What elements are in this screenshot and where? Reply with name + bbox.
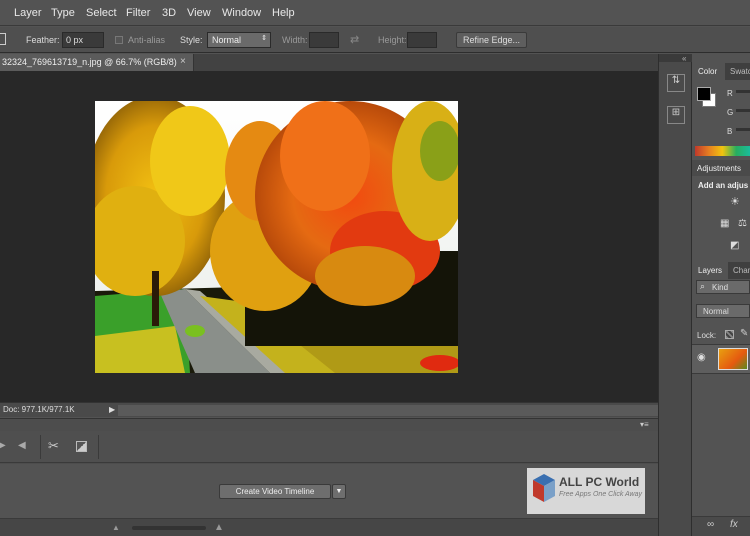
blend-mode-select[interactable]: Normal xyxy=(696,304,750,318)
slider-b[interactable] xyxy=(736,128,750,131)
search-icon: ⌕ xyxy=(700,281,706,291)
properties-icon[interactable]: ⊞ xyxy=(667,106,685,124)
hue-saturation-icon[interactable]: ⚖ xyxy=(738,218,747,229)
menu-view[interactable]: View xyxy=(187,7,211,19)
status-menu-arrow-icon[interactable]: ▶ xyxy=(109,405,115,414)
brightness-icon[interactable]: ☀ xyxy=(730,195,740,208)
toolbar-divider xyxy=(40,435,41,459)
swap-arrows-icon[interactable]: ⇄ xyxy=(350,33,359,46)
menu-help[interactable]: Help xyxy=(272,7,295,19)
slider-r[interactable] xyxy=(736,90,750,93)
feather-label: Feather: xyxy=(26,35,60,45)
layer-filter-select[interactable]: ⌕ Kind xyxy=(696,280,750,294)
dock-header[interactable] xyxy=(659,54,693,62)
menu-3d[interactable]: 3D xyxy=(162,7,176,19)
status-bar: Doc: 977.1K/977.1K ▶ xyxy=(0,402,658,417)
height-input[interactable] xyxy=(407,32,437,48)
lock-transparency-icon[interactable] xyxy=(725,330,734,339)
create-video-timeline-button[interactable]: Create Video Timeline xyxy=(219,484,331,499)
zoom-slider[interactable] xyxy=(132,526,206,530)
width-label: Width: xyxy=(282,35,308,45)
layer-style-fx-icon[interactable]: fx xyxy=(730,519,738,530)
zoom-in-mountain-icon[interactable]: ▲ xyxy=(214,522,224,533)
menu-layer[interactable]: Layer xyxy=(14,7,42,19)
panel-menu-icon[interactable]: ▾≡ xyxy=(640,420,649,429)
document-tab-title: 32324_769613719_n.jpg @ 66.7% (RGB/8) xyxy=(2,57,177,67)
antialias-label: Anti-alias xyxy=(128,35,166,45)
menu-type[interactable]: Type xyxy=(51,7,75,19)
feather-input[interactable]: 0 px xyxy=(62,32,104,48)
play-icon[interactable]: ▶ xyxy=(0,440,6,451)
layers-panel-tabs: Layers Chan xyxy=(692,262,750,279)
doc-size-status[interactable]: Doc: 977.1K/977.1K xyxy=(3,405,75,414)
cube-logo-icon xyxy=(533,474,555,502)
foreground-color-swatch[interactable] xyxy=(697,87,711,101)
watermark-title: ALL PC World xyxy=(559,475,640,489)
collapsed-panel-dock: ⇅ ⊞ xyxy=(658,54,693,536)
options-bar: Feather: 0 px Anti-alias Style: Normal ⇕… xyxy=(0,27,750,53)
watermark-subtitle: Free Apps One Click Away xyxy=(559,491,642,498)
adjustments-title: Adjustments xyxy=(697,164,742,173)
layer-filter-kind: Kind xyxy=(712,283,729,292)
menu-select[interactable]: Select xyxy=(86,7,117,19)
collapse-arrows-icon[interactable]: « xyxy=(682,54,686,63)
channel-b-label: B xyxy=(727,127,733,136)
autumn-photo xyxy=(95,101,458,373)
tab-color[interactable]: Color xyxy=(692,63,725,80)
photo-filter-icon[interactable]: ◩ xyxy=(730,240,739,251)
eye-visibility-icon[interactable]: ◉ xyxy=(697,352,706,363)
timeline-type-dropdown[interactable]: ▼ xyxy=(332,484,346,499)
lock-brush-icon[interactable]: ✎ xyxy=(740,328,748,339)
zoom-out-mountain-icon[interactable]: ▲ xyxy=(112,523,120,532)
slider-g[interactable] xyxy=(736,109,750,112)
menu-window[interactable]: Window xyxy=(222,7,261,19)
color-panel-tabs: Color Swatc xyxy=(692,63,750,80)
antialias-checkbox[interactable] xyxy=(115,36,123,44)
scissors-icon[interactable]: ✂ xyxy=(48,438,59,454)
refine-edge-button[interactable]: Refine Edge... xyxy=(456,32,527,48)
updown-arrows-icon: ⇕ xyxy=(261,35,267,42)
link-layers-icon[interactable]: ∞ xyxy=(707,519,714,530)
right-panel-column: « Color Swatc R G B Adjustments Add an a… xyxy=(682,54,750,536)
close-icon[interactable]: × xyxy=(180,56,186,67)
step-back-icon[interactable]: ◀ xyxy=(18,440,26,451)
style-select-value: Normal xyxy=(212,35,242,45)
layers-footer xyxy=(692,516,750,536)
toolbar-divider xyxy=(98,435,99,459)
style-label: Style: xyxy=(180,35,203,45)
document-tab[interactable]: 32324_769613719_n.jpg @ 66.7% (RGB/8) × xyxy=(0,54,194,71)
menu-bar: Layer Type Select Filter 3D View Window … xyxy=(0,0,750,26)
history-icon[interactable]: ⇅ xyxy=(667,74,685,92)
watermark-logo: ALL PC World Free Apps One Click Away xyxy=(527,468,645,514)
tab-channels[interactable]: Chan xyxy=(729,262,750,279)
layer-thumbnail xyxy=(718,348,748,370)
channel-g-label: G xyxy=(727,108,734,117)
timeline-footer: ▲ ▲ xyxy=(0,518,658,536)
document-tab-bar: 32324_769613719_n.jpg @ 66.7% (RGB/8) × xyxy=(0,54,658,71)
color-spectrum-ramp[interactable] xyxy=(695,146,750,156)
vibrance-icon[interactable]: ▦ xyxy=(720,218,729,229)
add-adjustment-label: Add an adjus xyxy=(698,181,749,190)
height-label: Height: xyxy=(378,35,407,45)
tab-layers[interactable]: Layers xyxy=(692,262,728,279)
tool-preset-icon[interactable] xyxy=(0,33,6,45)
channel-r-label: R xyxy=(727,89,733,98)
style-select[interactable]: Normal ⇕ xyxy=(207,32,271,48)
tab-swatches[interactable]: Swatc xyxy=(726,63,750,80)
lock-label: Lock: xyxy=(697,331,717,340)
document-image[interactable] xyxy=(95,101,458,373)
timeline-toolbar: ▶ ◀ ✂ xyxy=(0,431,658,463)
menu-filter[interactable]: Filter xyxy=(126,7,150,19)
transition-icon[interactable] xyxy=(76,441,87,452)
width-input[interactable] xyxy=(309,32,339,48)
horizontal-scrollbar[interactable] xyxy=(118,405,658,416)
